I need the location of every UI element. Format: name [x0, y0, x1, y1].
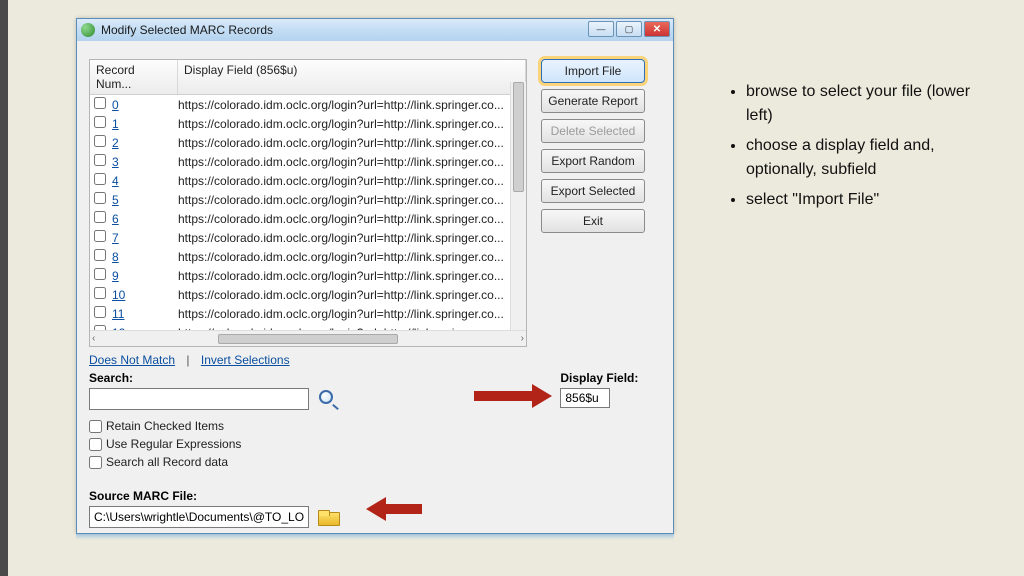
display-field-input[interactable] — [560, 388, 610, 408]
modify-marc-window: Modify Selected MARC Records — ▢ ✕ Recor… — [76, 18, 674, 534]
row-checkbox[interactable] — [94, 306, 106, 318]
horizontal-scrollbar[interactable] — [90, 330, 526, 346]
row-checkbox[interactable] — [94, 230, 106, 242]
table-row[interactable]: 1https://colorado.idm.oclc.org/login?url… — [90, 114, 526, 133]
use-regex-option[interactable]: Use Regular Expressions — [89, 435, 340, 453]
note-1: browse to select your file (lower left) — [746, 80, 986, 128]
table-row[interactable]: 8https://colorado.idm.oclc.org/login?url… — [90, 247, 526, 266]
search-label: Search: — [89, 371, 340, 385]
table-row[interactable]: 10https://colorado.idm.oclc.org/login?ur… — [90, 285, 526, 304]
link-separator: | — [186, 353, 189, 367]
retain-checked-option[interactable]: Retain Checked Items — [89, 417, 340, 435]
record-number-link[interactable]: 2 — [112, 136, 178, 150]
note-3: select "Import File" — [746, 188, 986, 212]
col-display-field[interactable]: Display Field (856$u) — [178, 60, 526, 94]
row-checkbox[interactable] — [94, 211, 106, 223]
table-row[interactable]: 11https://colorado.idm.oclc.org/login?ur… — [90, 304, 526, 323]
table-row[interactable]: 9https://colorado.idm.oclc.org/login?url… — [90, 266, 526, 285]
delete-selected-button[interactable]: Delete Selected — [541, 119, 645, 143]
record-url: https://colorado.idm.oclc.org/login?url=… — [178, 136, 526, 150]
record-url: https://colorado.idm.oclc.org/login?url=… — [178, 212, 526, 226]
search-icon[interactable] — [318, 389, 340, 411]
record-url: https://colorado.idm.oclc.org/login?url=… — [178, 117, 526, 131]
row-checkbox[interactable] — [94, 173, 106, 185]
table-row[interactable]: 6https://colorado.idm.oclc.org/login?url… — [90, 209, 526, 228]
export-random-button[interactable]: Export Random — [541, 149, 645, 173]
record-url: https://colorado.idm.oclc.org/login?url=… — [178, 250, 526, 264]
display-field-label: Display Field: — [560, 371, 638, 385]
record-number-link[interactable]: 5 — [112, 193, 178, 207]
globe-icon — [81, 23, 95, 37]
record-number-link[interactable]: 7 — [112, 231, 178, 245]
titlebar: Modify Selected MARC Records — ▢ ✕ — [77, 19, 673, 41]
row-checkbox[interactable] — [94, 116, 106, 128]
record-number-link[interactable]: 10 — [112, 288, 178, 302]
record-url: https://colorado.idm.oclc.org/login?url=… — [178, 307, 526, 321]
invert-selections-link[interactable]: Invert Selections — [201, 353, 290, 367]
record-number-link[interactable]: 11 — [112, 307, 178, 321]
instruction-notes: browse to select your file (lower left) … — [726, 80, 986, 218]
record-url: https://colorado.idm.oclc.org/login?url=… — [178, 155, 526, 169]
exit-button[interactable]: Exit — [541, 209, 645, 233]
search-all-data-option[interactable]: Search all Record data — [89, 453, 340, 471]
record-number-link[interactable]: 8 — [112, 250, 178, 264]
record-url: https://colorado.idm.oclc.org/login?url=… — [178, 231, 526, 245]
col-record-number[interactable]: Record Num... — [90, 60, 178, 94]
table-row[interactable]: 3https://colorado.idm.oclc.org/login?url… — [90, 152, 526, 171]
minimize-button[interactable]: — — [588, 21, 614, 37]
row-checkbox[interactable] — [94, 135, 106, 147]
note-2: choose a display field and, optionally, … — [746, 134, 986, 182]
browse-folder-icon[interactable] — [318, 510, 338, 526]
record-number-link[interactable]: 1 — [112, 117, 178, 131]
import-file-button[interactable]: Import File — [541, 59, 645, 83]
arrow-to-source-file — [386, 504, 422, 514]
record-number-link[interactable]: 3 — [112, 155, 178, 169]
record-number-link[interactable]: 9 — [112, 269, 178, 283]
record-url: https://colorado.idm.oclc.org/login?url=… — [178, 193, 526, 207]
does-not-match-link[interactable]: Does Not Match — [89, 353, 175, 367]
table-row[interactable]: 7https://colorado.idm.oclc.org/login?url… — [90, 228, 526, 247]
table-row[interactable]: 5https://colorado.idm.oclc.org/login?url… — [90, 190, 526, 209]
table-row[interactable]: 4https://colorado.idm.oclc.org/login?url… — [90, 171, 526, 190]
table-row[interactable]: 0https://colorado.idm.oclc.org/login?url… — [90, 95, 526, 114]
row-checkbox[interactable] — [94, 154, 106, 166]
row-checkbox[interactable] — [94, 97, 106, 109]
close-button[interactable]: ✕ — [644, 21, 670, 37]
row-checkbox[interactable] — [94, 192, 106, 204]
row-checkbox[interactable] — [94, 268, 106, 280]
table-row[interactable]: 12https://colorado.idm.oclc.org/login?ur… — [90, 323, 526, 330]
row-checkbox[interactable] — [94, 249, 106, 261]
record-number-link[interactable]: 0 — [112, 98, 178, 112]
table-row[interactable]: 2https://colorado.idm.oclc.org/login?url… — [90, 133, 526, 152]
source-file-input[interactable] — [89, 506, 309, 528]
record-url: https://colorado.idm.oclc.org/login?url=… — [178, 174, 526, 188]
generate-report-button[interactable]: Generate Report — [541, 89, 645, 113]
row-checkbox[interactable] — [94, 287, 106, 299]
record-url: https://colorado.idm.oclc.org/login?url=… — [178, 98, 526, 112]
search-input[interactable] — [89, 388, 309, 410]
arrow-to-display-field — [474, 391, 532, 401]
record-number-link[interactable]: 4 — [112, 174, 178, 188]
records-table[interactable]: Record Num... Display Field (856$u) 0htt… — [89, 59, 527, 347]
maximize-button[interactable]: ▢ — [616, 21, 642, 37]
export-selected-button[interactable]: Export Selected — [541, 179, 645, 203]
window-title: Modify Selected MARC Records — [101, 23, 273, 37]
window-shadow — [76, 534, 674, 540]
record-url: https://colorado.idm.oclc.org/login?url=… — [178, 288, 526, 302]
record-url: https://colorado.idm.oclc.org/login?url=… — [178, 269, 526, 283]
vertical-scrollbar[interactable] — [510, 82, 526, 330]
record-number-link[interactable]: 6 — [112, 212, 178, 226]
